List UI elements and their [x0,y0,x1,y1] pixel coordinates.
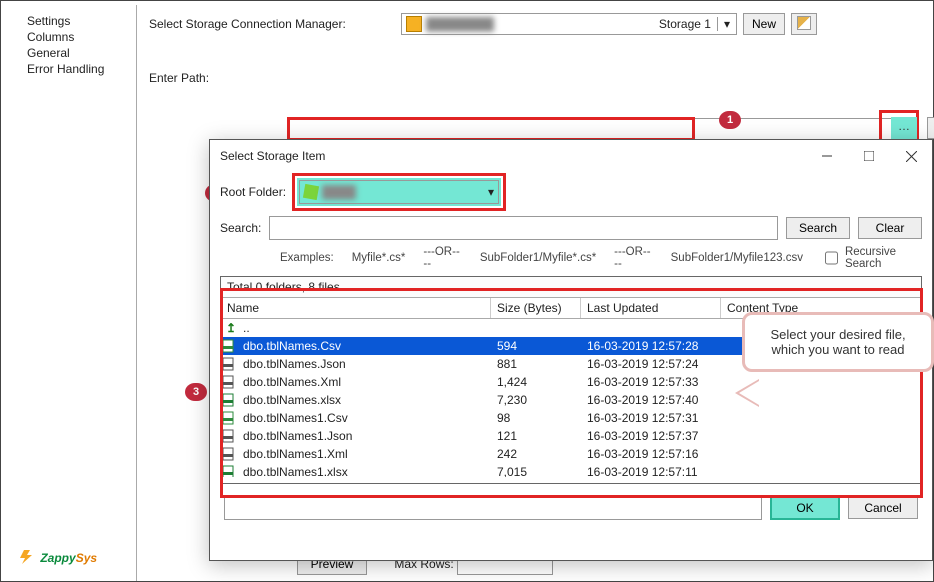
file-name: dbo.tblNames.Json [241,357,491,371]
file-icon [221,339,241,353]
file-name: dbo.tblNames.Xml [241,375,491,389]
file-row[interactable]: dbo.tblNames1.Json12116-03-2019 12:57:37 [221,427,921,445]
sidebar-item-columns[interactable]: Columns [9,29,132,45]
file-size: 121 [491,429,581,443]
file-row[interactable]: dbo.tblNames1.Csv9816-03-2019 12:57:31 [221,409,921,427]
file-row[interactable]: dbo.tblNames.xlsx7,23016-03-2019 12:57:4… [221,391,921,409]
maximize-button[interactable] [848,141,890,171]
ok-button[interactable]: OK [770,496,840,520]
file-size: 7,230 [491,393,581,407]
file-date: 16-03-2019 12:57:28 [581,339,721,353]
chevron-down-icon: ▾ [717,17,736,31]
conn-select[interactable]: ████████ Storage 1 ▾ [401,13,737,35]
file-date: 16-03-2019 12:57:33 [581,375,721,389]
recursive-search-checkbox[interactable] [825,251,838,265]
sidebar-item-general[interactable]: General [9,45,132,61]
browse-button[interactable]: … [891,117,917,141]
minimize-button[interactable] [806,141,848,171]
file-size: 242 [491,447,581,461]
file-size: 881 [491,357,581,371]
sidebar-item-error[interactable]: Error Handling [9,61,132,77]
root-folder-select[interactable]: ████ ▾ [299,180,499,204]
file-name: dbo.tblNames1.Csv [241,411,491,425]
file-icon [221,357,241,371]
search-label: Search: [220,221,261,235]
conn-label: Select Storage Connection Manager: [149,17,395,31]
file-row[interactable]: dbo.tblNames.Xml1,42416-03-2019 12:57:33 [221,373,921,391]
clear-button[interactable]: Clear [858,217,922,239]
close-button[interactable] [890,141,932,171]
highlight-root: ████ ▾ [292,173,506,211]
path-label: Enter Path: [149,71,209,85]
sidebar-item-settings[interactable]: Settings [9,13,132,29]
cancel-button[interactable]: Cancel [848,497,918,519]
list-status: Total 0 folders, 8 files [221,277,921,298]
up-arrow-icon: ↥ [221,321,241,335]
file-row[interactable]: dbo.tblNames1.Xml24216-03-2019 12:57:16 [221,445,921,463]
file-name: dbo.tblNames.Csv [241,339,491,353]
clear-path-button[interactable]: ✗ [927,117,934,139]
new-conn-button[interactable]: New [743,13,785,35]
edit-conn-button[interactable] [791,13,817,35]
callout: Select your desired file, which you want… [742,312,934,372]
examples-row: Examples: Myfile*.cs*---OR---- SubFolder… [280,246,922,270]
col-name[interactable]: Name [221,298,491,318]
col-size[interactable]: Size (Bytes) [491,298,581,318]
file-date: 16-03-2019 12:57:11 [581,465,721,477]
sidebar: Settings Columns General Error Handling [5,5,137,581]
file-icon [221,411,241,425]
file-name: dbo.tblNames.xlsx [241,393,491,407]
file-size: 7,015 [491,465,581,477]
file-size: 98 [491,411,581,425]
recursive-search-label: Recursive Search [845,246,922,270]
file-date: 16-03-2019 12:57:31 [581,411,721,425]
file-date: 16-03-2019 12:57:37 [581,429,721,443]
file-date: 16-03-2019 12:57:40 [581,393,721,407]
brand-logo: ZappySys [19,550,97,565]
file-icon [221,393,241,407]
col-date[interactable]: Last Updated [581,298,721,318]
bucket-icon [303,184,319,200]
file-icon [221,375,241,389]
pencil-icon [797,16,811,30]
file-date: 16-03-2019 12:57:24 [581,357,721,371]
file-icon [221,465,241,477]
file-list: Total 0 folders, 8 files Name Size (Byte… [220,276,922,484]
file-name: dbo.tblNames1.xlsx [241,465,491,477]
highlight-path [287,117,695,141]
selected-path-input[interactable] [224,496,762,520]
annotation-badge-3: 3 [185,383,207,401]
file-size: 594 [491,339,581,353]
file-icon [221,429,241,443]
root-folder-label: Root Folder: [220,185,286,199]
dialog-title: Select Storage Item [220,149,806,163]
lightning-icon [19,550,37,564]
select-storage-dialog: Select Storage Item Root Folder: ████ ▾ … [209,139,933,561]
file-row[interactable]: dbo.tblNames1.xlsx7,01516-03-2019 12:57:… [221,463,921,477]
search-input[interactable] [269,216,778,240]
file-icon [221,447,241,461]
file-name: dbo.tblNames1.Json [241,429,491,443]
file-name: dbo.tblNames1.Xml [241,447,491,461]
search-button[interactable]: Search [786,217,850,239]
file-date: 16-03-2019 12:57:16 [581,447,721,461]
file-size: 1,424 [491,375,581,389]
chevron-down-icon: ▾ [488,185,494,199]
annotation-badge-1: 1 [719,111,741,129]
storage-icon [406,16,422,32]
